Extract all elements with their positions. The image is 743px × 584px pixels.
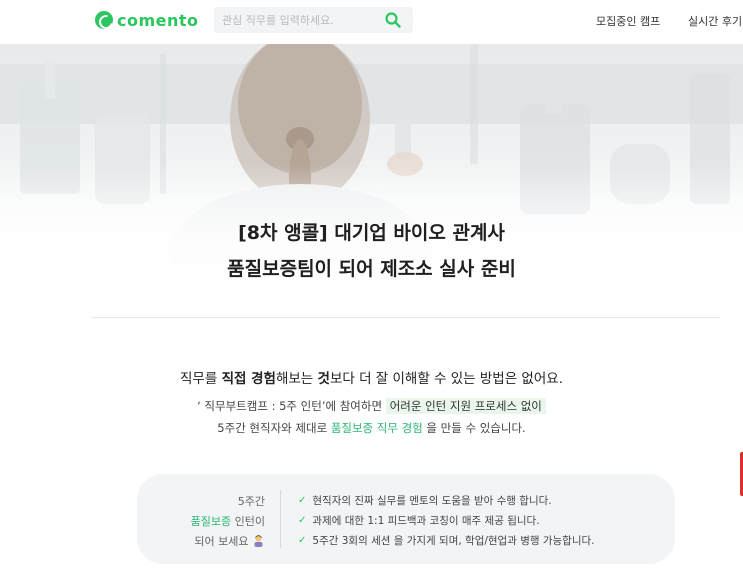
intro-heading-part: 보다 더 잘 이해할 수 있는 방법은 없어요. bbox=[329, 371, 563, 387]
benefit-text: 현직자의 진짜 실무를 멘토의 도움을 받아 수행 합니다. bbox=[312, 495, 552, 507]
intro-heading-bold: 것 bbox=[317, 371, 330, 387]
benefit-item: ✓ 5주간 3회의 세션 을 가지게 되며, 학업/현업과 병행 가능합니다. bbox=[298, 531, 595, 551]
benefits-lead-text: 되어 보세요 bbox=[194, 535, 249, 548]
nav-live-reviews[interactable]: 실시간 후기 bbox=[688, 13, 742, 29]
check-icon: ✓ bbox=[298, 495, 307, 506]
logo-text: comento bbox=[117, 10, 199, 30]
top-header: comento 모집중인 캠프 실시간 후기 bbox=[0, 0, 743, 44]
benefit-item: ✓ 현직자의 진짜 실무를 멘토의 도움을 받아 수행 합니다. bbox=[298, 491, 595, 511]
benefits-lead-text: 인턴이 bbox=[231, 515, 265, 528]
benefits-lead-line: 품질보증 인턴이 bbox=[137, 512, 265, 532]
intro-job-highlight: 품질보증 직무 경험 bbox=[330, 421, 423, 435]
benefits-lead-line: 5주간 bbox=[237, 495, 265, 508]
search-box bbox=[214, 7, 413, 33]
benefit-item: ✓ 과제에 대한 1:1 피드백과 코칭이 매주 제공 됩니다. bbox=[298, 511, 595, 531]
intro-description-line-2: 5주간 현직자와 제대로 품질보증 직무 경험 을 만들 수 있습니다. bbox=[0, 420, 743, 436]
search-icon[interactable] bbox=[384, 11, 402, 29]
intro-highlight: 어려운 인턴 지원 프로세스 없이 bbox=[385, 398, 546, 414]
benefits-card: 5주간 품질보증 인턴이 되어 보세요 ✓ 현직자의 진짜 실무를 멘토의 도움을… bbox=[137, 474, 675, 564]
check-icon: ✓ bbox=[298, 535, 307, 546]
benefit-text: 과제에 대한 1:1 피드백과 코칭이 매주 제공 됩니다. bbox=[312, 515, 540, 527]
benefit-text: 5주간 3회의 세션 을 가지게 되며, 학업/현업과 병행 가능합니다. bbox=[312, 535, 595, 547]
intro-heading-part: 해보는 bbox=[275, 371, 318, 387]
benefits-job-name: 품질보증 bbox=[190, 515, 232, 528]
intro-text: 5주간 현직자와 제대로 bbox=[217, 421, 331, 435]
benefits-lead: 5주간 품질보증 인턴이 되어 보세요 bbox=[137, 492, 265, 552]
comento-logo[interactable]: comento bbox=[95, 9, 199, 31]
intro-text: ‘ 직무부트캠프 : 5주 인턴’에 참여하면 bbox=[197, 399, 386, 413]
intro-description-line-1: ‘ 직무부트캠프 : 5주 인턴’에 참여하면 어려운 인턴 지원 프로세스 없… bbox=[0, 398, 743, 414]
intro-heading: 직무를 직접 경험해보는 것보다 더 잘 이해할 수 있는 방법은 없어요. bbox=[0, 367, 743, 387]
logo-mark-icon bbox=[95, 11, 113, 29]
benefits-lead-line: 되어 보세요 bbox=[137, 532, 265, 552]
scientist-emoji-icon bbox=[254, 535, 263, 547]
camp-title-line-2: 품질보증팀이 되어 제조소 실사 준비 bbox=[227, 258, 516, 280]
search-input[interactable] bbox=[222, 11, 372, 29]
section-divider bbox=[92, 317, 720, 318]
camp-title-line-1: [8차 앵콜] 대기업 바이오 관계사 bbox=[238, 222, 505, 244]
check-icon: ✓ bbox=[298, 515, 307, 526]
benefits-separator bbox=[280, 490, 281, 548]
intro-heading-bold: 직접 경험 bbox=[221, 371, 276, 387]
nav-recruiting-camps[interactable]: 모집중인 캠프 bbox=[596, 13, 660, 29]
benefits-list: ✓ 현직자의 진짜 실무를 멘토의 도움을 받아 수행 합니다. ✓ 과제에 대한 … bbox=[298, 491, 595, 551]
intro-heading-part: 직무를 bbox=[180, 371, 222, 387]
intro-text: 을 만들 수 있습니다. bbox=[422, 421, 526, 435]
